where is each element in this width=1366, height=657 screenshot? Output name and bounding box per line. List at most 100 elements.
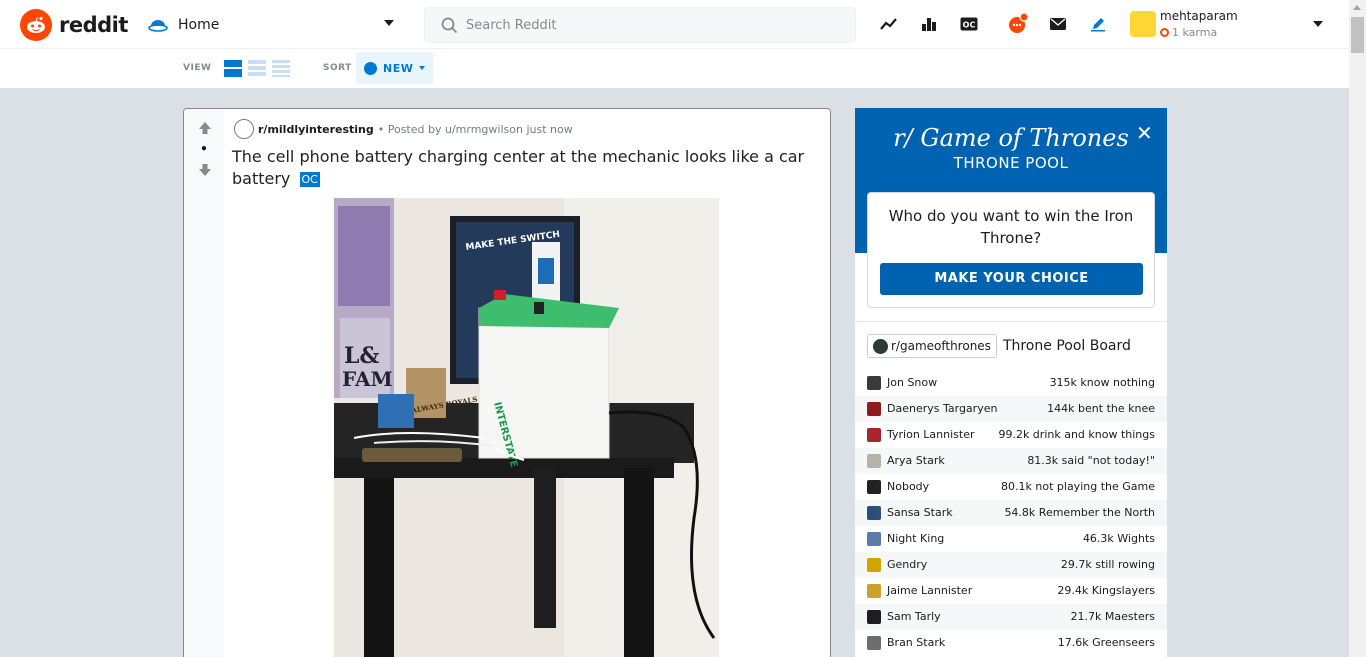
karma-icon [1160,28,1169,37]
subreddit-pill[interactable]: r/gameofthrones [867,334,997,358]
post-card[interactable]: • r/mildlyinteresting • Posted by u/mrmg… [183,108,831,657]
chevron-down-icon [419,66,426,70]
scroll-up-arrow-icon[interactable] [1353,5,1361,10]
contender-stat: 81.3k said "not today!" [1027,454,1155,467]
post-meta: r/mildlyinteresting • Posted by u/mrmgwi… [234,119,573,139]
throne-pool-widget: r/ Game of Thrones THRONE POOL ✕ Who do … [855,108,1167,657]
contender-stat: 315k know nothing [1049,376,1155,389]
contender-name: Gendry [887,558,928,571]
snoo-icon [20,9,52,41]
chat-icon[interactable] [1007,13,1029,35]
stats-icon[interactable] [918,13,940,35]
trending-icon[interactable] [878,13,900,35]
svg-text:L&: L& [344,343,379,369]
oc-icon[interactable]: OC [958,13,980,35]
username: mehtaparam [1160,9,1238,23]
classic-view-icon[interactable] [248,60,266,77]
house-sigil-icon [867,636,881,650]
user-dropdown[interactable]: mehtaparam 1 karma [1130,8,1330,42]
subreddit-icon [873,338,888,354]
contender-stat: 144k bent the knee [1047,402,1155,415]
view-label: VIEW [183,63,212,73]
search-box[interactable] [424,7,856,43]
sort-new-dropdown[interactable]: NEW [356,52,433,84]
widget-subtitle: THRONE POOL [953,154,1069,172]
board-row[interactable]: Night King 46.3k Wights [855,526,1167,552]
post-image[interactable]: L& FAM MAKE THE SWITCH INTERSTATE ALWAYS… [334,198,719,657]
search-icon [441,17,458,33]
divider [855,321,1167,322]
board-row[interactable]: Jaime Lannister 29.4k Kingslayers [855,578,1167,604]
contender-stat: 29.4k Kingslayers [1057,584,1155,597]
house-sigil-icon [867,532,881,546]
create-post-icon[interactable] [1087,13,1109,35]
upvote-icon[interactable] [198,121,212,135]
board-label: Throne Pool Board [1002,338,1131,354]
contender-stat: 46.3k Wights [1082,532,1155,545]
board-row[interactable]: Tyrion Lannister 99.2k drink and know thi… [855,422,1167,448]
throne-question-card: Who do you want to win the Iron Throne? … [867,192,1155,308]
vote-column: • [184,109,224,657]
contender-name: Sam Tarly [887,610,941,623]
card-view-icon[interactable] [224,60,242,77]
contender-name: Daenerys Targaryen [887,402,998,415]
reddit-logo[interactable]: reddit [20,9,128,41]
make-choice-button[interactable]: MAKE YOUR CHOICE [880,263,1143,295]
karma-text: 1 karma [1172,26,1218,39]
svg-text:FAM: FAM [342,367,393,391]
scrollbar-thumb[interactable] [1351,17,1364,53]
board-row[interactable]: Bran Stark 17.6k Greenseers [855,630,1167,656]
home-icon [148,20,168,32]
avatar [1130,11,1156,37]
throne-question: Who do you want to win the Iron Throne? [888,207,1134,247]
close-icon[interactable]: ✕ [1136,121,1153,145]
contender-name: Jaime Lannister [887,584,973,597]
contender-name: Nobody [887,480,930,493]
house-sigil-icon [867,506,881,520]
subreddit-name: r/gameofthrones [891,339,991,353]
search-input[interactable] [466,17,826,33]
house-sigil-icon [867,584,881,598]
contender-name: Night King [887,532,945,545]
contender-stat: 80.1k not playing the Game [1001,480,1155,493]
contender-stat: 99.2k drink and know things [998,428,1155,441]
sort-value: NEW [383,61,414,75]
compact-view-icon[interactable] [272,60,290,77]
vote-score: • [200,142,208,156]
contender-name: Jon Snow [887,376,938,389]
home-dropdown[interactable]: Home [148,12,398,38]
board-row[interactable]: Daenerys Targaryen 144k bent the knee [855,396,1167,422]
house-sigil-icon [867,610,881,624]
chevron-down-icon [1313,21,1323,27]
contender-name: Arya Stark [887,454,945,467]
home-label: Home [178,17,220,33]
subreddit-icon[interactable] [234,119,254,139]
svg-text:OC: OC [963,21,976,30]
throne-pool-board: Jon Snow 315k know nothing Daenerys Targar… [855,370,1167,656]
board-row[interactable]: Jon Snow 315k know nothing [855,370,1167,396]
house-sigil-icon [867,428,881,442]
post-title[interactable]: The cell phone battery charging center a… [232,146,812,190]
board-row[interactable]: Sam Tarly 21.7k Maesters [855,604,1167,630]
contender-stat: 54.8k Remember the North [1004,506,1155,519]
mail-icon[interactable] [1047,13,1069,35]
sort-label: SORT [323,63,352,73]
house-sigil-icon [867,454,881,468]
contender-name: Bran Stark [887,636,946,649]
board-row[interactable]: Arya Stark 81.3k said "not today!" [855,448,1167,474]
board-header: r/gameofthrones Throne Pool Board [867,334,1131,358]
subreddit-link[interactable]: r/mildlyinteresting [258,123,374,136]
downvote-icon[interactable] [198,163,212,177]
karma-count: 1 karma [1160,26,1217,39]
board-row[interactable]: Nobody 80.1k not playing the Game [855,474,1167,500]
page-scrollbar[interactable] [1349,0,1366,657]
contender-stat: 21.7k Maesters [1070,610,1155,623]
board-row[interactable]: Sansa Stark 54.8k Remember the North [855,500,1167,526]
house-sigil-icon [867,402,881,416]
contender-stat: 17.6k Greenseers [1057,636,1155,649]
house-sigil-icon [867,558,881,572]
logo-text: reddit [59,13,128,37]
house-sigil-icon [867,376,881,390]
board-row[interactable]: Gendry 29.7k still rowing [855,552,1167,578]
house-sigil-icon [867,480,881,494]
